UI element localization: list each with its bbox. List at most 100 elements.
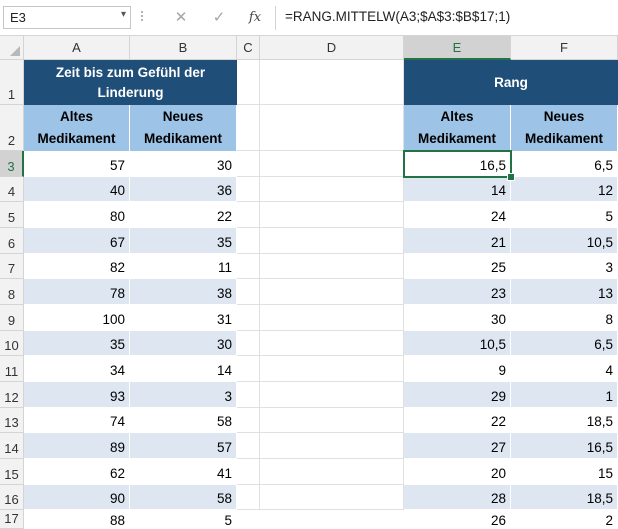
row-header-5[interactable]: 5 xyxy=(0,202,24,228)
cell-b10[interactable]: 30 xyxy=(130,331,237,356)
cell-f12[interactable]: 1 xyxy=(511,382,618,408)
cell-d10[interactable] xyxy=(260,331,404,356)
cell-d9[interactable] xyxy=(260,305,404,331)
cell-e17[interactable]: 26 xyxy=(404,510,511,529)
cell-a4[interactable]: 40 xyxy=(24,177,130,202)
row-header-13[interactable]: 13 xyxy=(0,408,24,433)
cell-d5[interactable] xyxy=(260,202,404,228)
row-header-17[interactable]: 17 xyxy=(0,510,24,529)
cell-f13[interactable]: 18,5 xyxy=(511,408,618,433)
cell-f17[interactable]: 2 xyxy=(511,510,618,529)
cell-e7[interactable]: 25 xyxy=(404,254,511,279)
cell-d2[interactable] xyxy=(260,105,404,151)
cell-c16[interactable] xyxy=(237,485,260,510)
cell-b12[interactable]: 3 xyxy=(130,382,237,408)
cell-c2[interactable] xyxy=(237,105,260,151)
row-header-16[interactable]: 16 xyxy=(0,485,24,510)
row-header-10[interactable]: 10 xyxy=(0,331,24,356)
cell-f3[interactable]: 6,5 xyxy=(511,151,618,177)
insert-function-icon[interactable]: fx xyxy=(244,7,266,29)
cell-e12[interactable]: 29 xyxy=(404,382,511,408)
cell-f4[interactable]: 12 xyxy=(511,177,618,202)
row-header-3[interactable]: 3 xyxy=(0,151,24,177)
cell-c7[interactable] xyxy=(237,254,260,279)
cell-d1[interactable] xyxy=(260,60,404,105)
cell-a14[interactable]: 89 xyxy=(24,433,130,459)
fill-handle[interactable] xyxy=(507,173,515,181)
name-box[interactable]: E3 ▾ xyxy=(3,6,131,29)
cell-f6[interactable]: 10,5 xyxy=(511,228,618,254)
cell-e16[interactable]: 28 xyxy=(404,485,511,510)
cell-d6[interactable] xyxy=(260,228,404,254)
cell-f10[interactable]: 6,5 xyxy=(511,331,618,356)
cell-c5[interactable] xyxy=(237,202,260,228)
column-header-b[interactable]: B xyxy=(130,36,237,60)
cell-d12[interactable] xyxy=(260,382,404,408)
formula-input[interactable]: =RANG.MITTELW(A3;$A$3:$B$17;1) xyxy=(285,9,510,24)
row-header-8[interactable]: 8 xyxy=(0,279,24,305)
cell-c13[interactable] xyxy=(237,408,260,433)
cell-e15[interactable]: 20 xyxy=(404,459,511,485)
cell-f14[interactable]: 16,5 xyxy=(511,433,618,459)
cell-a12[interactable]: 93 xyxy=(24,382,130,408)
select-all-button[interactable] xyxy=(0,36,24,60)
cell-b5[interactable]: 22 xyxy=(130,202,237,228)
cell-f8[interactable]: 13 xyxy=(511,279,618,305)
row-header-9[interactable]: 9 xyxy=(0,305,24,331)
cell-c12[interactable] xyxy=(237,382,260,408)
cell-b16[interactable]: 58 xyxy=(130,485,237,510)
column-header-f[interactable]: F xyxy=(511,36,618,60)
cell-d13[interactable] xyxy=(260,408,404,433)
cell-f11[interactable]: 4 xyxy=(511,356,618,382)
cell-b7[interactable]: 11 xyxy=(130,254,237,279)
cell-c3[interactable] xyxy=(237,151,260,177)
cell-e14[interactable]: 27 xyxy=(404,433,511,459)
cell-c1[interactable] xyxy=(237,60,260,105)
cell-c11[interactable] xyxy=(237,356,260,382)
row-header-7[interactable]: 7 xyxy=(0,254,24,279)
cell-e4[interactable]: 14 xyxy=(404,177,511,202)
cell-e8[interactable]: 23 xyxy=(404,279,511,305)
cell-b13[interactable]: 58 xyxy=(130,408,237,433)
cell-c4[interactable] xyxy=(237,177,260,202)
row-header-14[interactable]: 14 xyxy=(0,433,24,459)
cell-e13[interactable]: 22 xyxy=(404,408,511,433)
cell-f9[interactable]: 8 xyxy=(511,305,618,331)
cell-a10[interactable]: 35 xyxy=(24,331,130,356)
column-header-e[interactable]: E xyxy=(404,36,511,60)
row-header-2[interactable]: 2 xyxy=(0,105,24,151)
drag-handle-icon[interactable] xyxy=(141,9,145,27)
cell-d7[interactable] xyxy=(260,254,404,279)
cell-d14[interactable] xyxy=(260,433,404,459)
cell-c15[interactable] xyxy=(237,459,260,485)
cell-d16[interactable] xyxy=(260,485,404,510)
cell-b17[interactable]: 5 xyxy=(130,510,237,529)
cell-e10[interactable]: 10,5 xyxy=(404,331,511,356)
cell-c6[interactable] xyxy=(237,228,260,254)
cell-f7[interactable]: 3 xyxy=(511,254,618,279)
cell-a3[interactable]: 57 xyxy=(24,151,130,177)
cell-c8[interactable] xyxy=(237,279,260,305)
row-header-1[interactable]: 1 xyxy=(0,60,24,105)
column-header-d[interactable]: D xyxy=(260,36,404,60)
cell-f16[interactable]: 18,5 xyxy=(511,485,618,510)
cell-b9[interactable]: 31 xyxy=(130,305,237,331)
cell-b3[interactable]: 30 xyxy=(130,151,237,177)
cell-a5[interactable]: 80 xyxy=(24,202,130,228)
cancel-icon[interactable]: ✕ xyxy=(170,7,192,29)
cell-e9[interactable]: 30 xyxy=(404,305,511,331)
row-header-6[interactable]: 6 xyxy=(0,228,24,254)
column-header-a[interactable]: A xyxy=(24,36,130,60)
row-header-15[interactable]: 15 xyxy=(0,459,24,485)
cell-a16[interactable]: 90 xyxy=(24,485,130,510)
row-header-4[interactable]: 4 xyxy=(0,177,24,202)
cell-a15[interactable]: 62 xyxy=(24,459,130,485)
cell-a17[interactable]: 88 xyxy=(24,510,130,529)
cell-a13[interactable]: 74 xyxy=(24,408,130,433)
cell-a9[interactable]: 100 xyxy=(24,305,130,331)
cell-d11[interactable] xyxy=(260,356,404,382)
cell-b15[interactable]: 41 xyxy=(130,459,237,485)
cell-e3[interactable]: 16,5 xyxy=(404,151,511,177)
cell-a6[interactable]: 67 xyxy=(24,228,130,254)
cell-c10[interactable] xyxy=(237,331,260,356)
